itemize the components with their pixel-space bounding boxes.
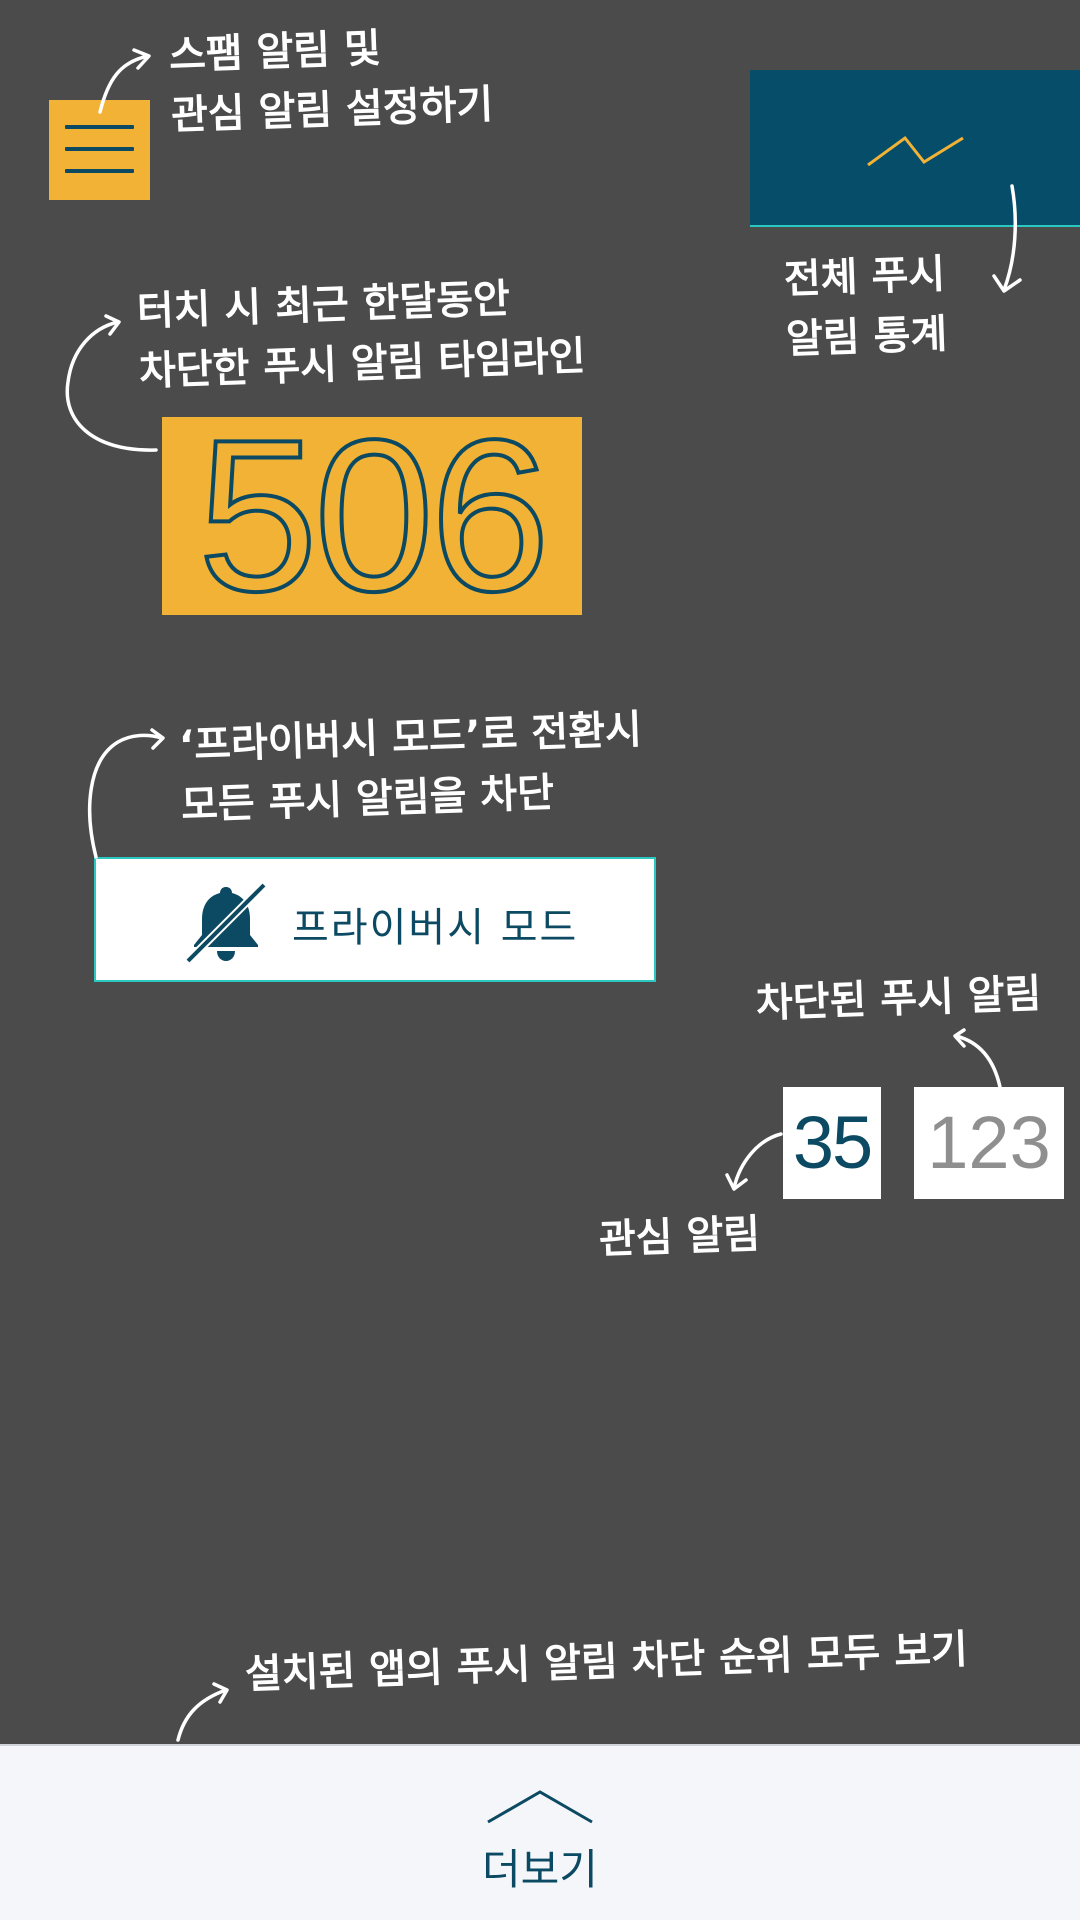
arrow-icon (87, 733, 164, 859)
coach-privacy-tip: ‘프라이버시 모드’로 전환시 모든 푸시 알림을 차단 (178, 706, 643, 829)
blocked-total-count: 506 (196, 394, 552, 636)
blocked-timeline-button[interactable]: 506 (162, 394, 582, 636)
coach-menu-tip: 스팸 알림 및 관심 알림 설정하기 (168, 25, 495, 139)
coach-ranking-tip: 설치된 앱의 푸시 알림 차단 순위 모두 보기 (244, 1626, 969, 1698)
privacy-mode-button[interactable]: 프라이버시 모드 (94, 857, 656, 982)
privacy-mode-label: 프라이버시 모드 (292, 905, 579, 951)
stats-button[interactable] (750, 70, 1080, 227)
coach-interest-tip: 관심 알림 (598, 1211, 761, 1263)
chevron-up-icon (487, 1790, 593, 1824)
coach-stats-tip: 전체 푸시 알림 통계 (783, 251, 948, 363)
arrow-icon (176, 1688, 228, 1742)
menu-button[interactable] (49, 100, 150, 200)
line-chart-icon (867, 135, 964, 167)
blocked-alert-count[interactable]: 123 (914, 1087, 1064, 1199)
arrow-icon (954, 1034, 1002, 1089)
coach-blocked-tip: 차단된 푸시 알림 (755, 971, 1043, 1027)
more-label: 더보기 (482, 1845, 598, 1894)
more-bar[interactable]: 더보기 (0, 1744, 1080, 1920)
interest-alert-count[interactable]: 35 (783, 1087, 881, 1199)
arrow-icon (732, 1132, 783, 1190)
coach-timeline-tip: 터치 시 최근 한달동안 차단한 푸시 알림 타임라인 (136, 275, 587, 395)
bell-off-icon (186, 882, 266, 964)
